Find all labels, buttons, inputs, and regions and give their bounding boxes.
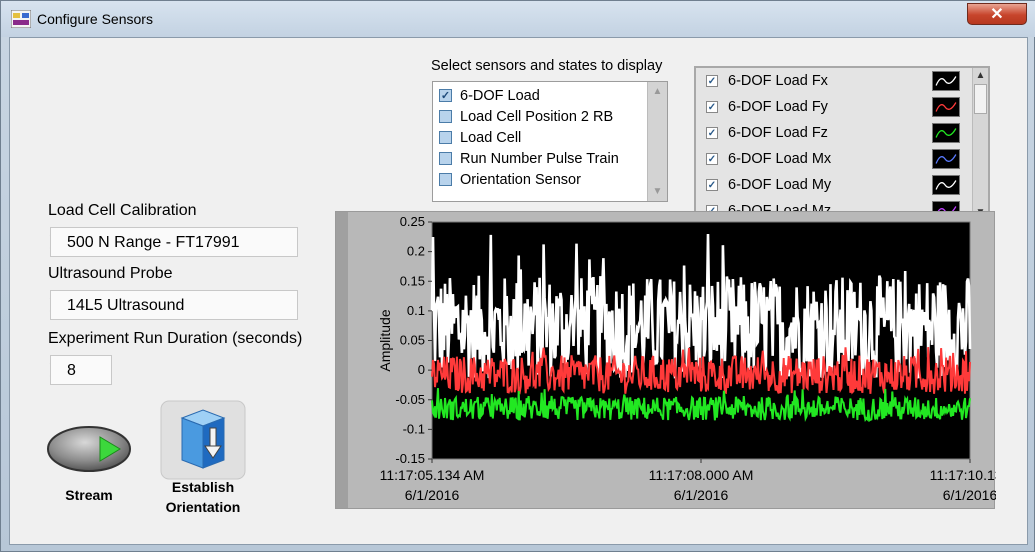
legend-label: 6-DOF Load Fz	[728, 125, 828, 141]
legend-label: 6-DOF Load Mx	[728, 151, 832, 167]
sensor-checkbox[interactable]	[439, 152, 452, 165]
y-tick-label: 0.25	[400, 214, 425, 229]
probe-ring[interactable]: 14L5 Ultrasound	[50, 290, 298, 320]
sensor-checkbox[interactable]	[439, 131, 452, 144]
legend-checkbox[interactable]: ✓	[706, 75, 718, 87]
scroll-up-icon[interactable]: ▲	[648, 82, 667, 101]
sensor-label: 6-DOF Load	[460, 87, 540, 104]
y-tick-label: -0.05	[395, 392, 425, 407]
window-title: Configure Sensors	[37, 11, 153, 27]
sensor-list-item[interactable]: Load Cell	[439, 127, 521, 148]
legend-swatch[interactable]	[932, 71, 960, 91]
y-tick-label: 0.15	[400, 273, 425, 288]
client-area: Load Cell Calibration ▲ ▼ 500 N Range - F…	[9, 37, 1028, 545]
probe-label: Ultrasound Probe	[48, 265, 173, 282]
listbox-scrollbar[interactable]: ▲ ▼	[647, 82, 667, 201]
legend-item[interactable]: ✓ 6-DOF Load Fy	[706, 94, 960, 120]
sensor-label: Load Cell Position 2 RB	[460, 108, 614, 125]
sensor-checkbox[interactable]	[439, 173, 452, 186]
configure-sensors-window: Configure Sensors ✕ Load Cell Calibratio…	[0, 0, 1035, 552]
labview-icon	[11, 10, 31, 28]
orientation-label-line1: Establish	[171, 479, 235, 495]
legend-checkbox[interactable]: ✓	[706, 127, 718, 139]
y-tick-label: -0.15	[395, 451, 425, 466]
sensor-list-item[interactable]: Run Number Pulse Train	[439, 148, 619, 169]
y-tick-label: 0.1	[407, 303, 425, 318]
sensor-list-item[interactable]: Load Cell Position 2 RB	[439, 106, 613, 127]
scroll-up-icon[interactable]: ▲	[973, 68, 988, 83]
sensor-checkbox[interactable]: ✓	[439, 89, 452, 102]
stream-button[interactable]	[46, 424, 132, 474]
x-tick-date-label: 6/1/2016	[943, 487, 996, 503]
x-tick-time-label: 11:17:05.134 AM	[380, 467, 485, 483]
orientation-cube-icon	[180, 409, 226, 469]
legend-checkbox[interactable]: ✓	[706, 153, 718, 165]
y-tick-label: 0.2	[407, 244, 425, 259]
legend-label: 6-DOF Load My	[728, 177, 832, 193]
sensor-checkbox[interactable]	[439, 110, 452, 123]
x-tick-date-label: 6/1/2016	[674, 487, 729, 503]
chart-canvas: 0.25 0.2 0.15 0.1 0.05 0 -0.05 -0.1 -0.15 Amplitu…	[377, 214, 996, 503]
sensor-list-item[interactable]: Orientation Sensor	[439, 169, 581, 190]
duration-label: Experiment Run Duration (seconds)	[48, 330, 303, 347]
sensor-label: Orientation Sensor	[460, 171, 581, 188]
scroll-thumb[interactable]	[974, 84, 987, 114]
close-button[interactable]: ✕	[967, 3, 1027, 25]
sensor-select-label: Select sensors and states to display	[431, 58, 663, 74]
legend-label: 6-DOF Load Fx	[728, 73, 828, 89]
legend-item[interactable]: ✓ 6-DOF Load Fz	[706, 120, 960, 146]
legend-swatch[interactable]	[932, 97, 960, 117]
legend-item[interactable]: ✓ 6-DOF Load Fx	[706, 68, 960, 94]
sensor-list-item[interactable]: ✓ 6-DOF Load	[439, 85, 540, 106]
scroll-down-icon[interactable]: ▼	[648, 182, 667, 201]
waveform-chart: 0.25 0.2 0.15 0.1 0.05 0 -0.05 -0.1 -0.15 Amplitu…	[335, 211, 996, 509]
x-tick-time-label: 11:17:08.000 AM	[649, 467, 754, 483]
duration-input[interactable]: 8	[50, 355, 112, 385]
stream-label: Stream	[65, 487, 113, 503]
sensor-listbox[interactable]: ✓ 6-DOF Load Load Cell Position 2 RB Load C…	[432, 81, 668, 202]
plot-legend: ✓ 6-DOF Load Fx ✓ 6-DOF Load Fy ✓ 6-DOF Load …	[694, 66, 990, 222]
legend-swatch[interactable]	[932, 149, 960, 169]
orientation-label-line2: Orientation	[165, 499, 241, 515]
sensor-label: Load Cell	[460, 129, 522, 146]
sensor-label: Run Number Pulse Train	[460, 150, 619, 167]
legend-checkbox[interactable]: ✓	[706, 101, 718, 113]
legend-swatch[interactable]	[932, 175, 960, 195]
orientation-label: Establish Orientation	[150, 477, 256, 517]
y-tick-label: 0	[418, 362, 425, 377]
legend-checkbox[interactable]: ✓	[706, 179, 718, 191]
y-tick-label: -0.1	[403, 421, 425, 436]
y-axis-label: Amplitude	[377, 309, 393, 371]
legend-item[interactable]: ✓ 6-DOF Load Mx	[706, 146, 960, 172]
calibration-label: Load Cell Calibration	[48, 202, 197, 219]
legend-scrollbar[interactable]: ▲ ▼	[972, 68, 988, 220]
x-tick-time-label: 11:17:10.134	[930, 467, 996, 483]
legend-swatch[interactable]	[932, 123, 960, 143]
legend-item[interactable]: ✓ 6-DOF Load My	[706, 172, 960, 198]
establish-orientation-button[interactable]	[160, 400, 246, 480]
x-tick-date-label: 6/1/2016	[405, 487, 460, 503]
title-bar[interactable]: Configure Sensors ✕	[1, 1, 1035, 37]
legend-label: 6-DOF Load Fy	[728, 99, 828, 115]
calibration-ring[interactable]: 500 N Range - FT17991	[50, 227, 298, 257]
y-tick-label: 0.05	[400, 333, 425, 348]
